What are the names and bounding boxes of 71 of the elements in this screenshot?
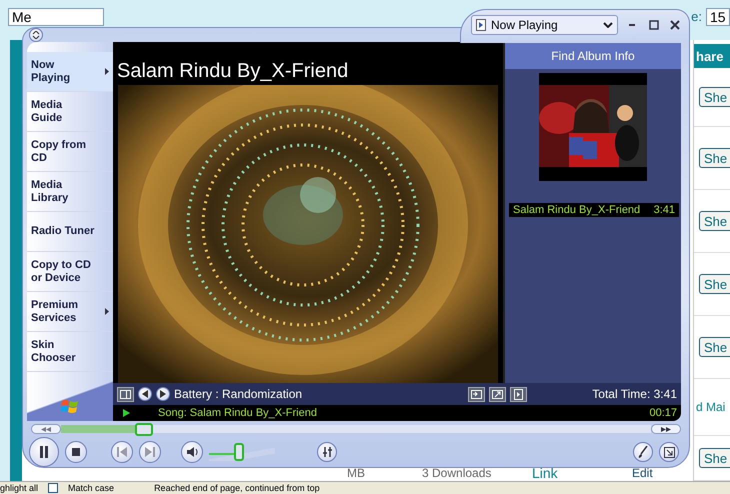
page-field[interactable]: 15: [706, 8, 730, 26]
speaker-icon: [186, 447, 198, 457]
match-case-label: Match case: [68, 482, 114, 494]
size-text: MB: [347, 466, 366, 480]
triangle-right-icon: [160, 390, 166, 398]
sliders-icon: [322, 447, 332, 457]
resize-icon: [664, 446, 674, 458]
equalizer-button[interactable]: [317, 442, 337, 462]
elapsed-time: 00:17: [649, 407, 677, 419]
next-track-button[interactable]: [139, 441, 161, 463]
pause-button[interactable]: [29, 437, 59, 467]
visualization-name: Battery : Randomization: [174, 387, 304, 401]
mail-link[interactable]: d Mai: [694, 400, 726, 414]
mute-button[interactable]: [181, 441, 203, 463]
find-album-info-button[interactable]: Find Album Info: [505, 42, 681, 69]
share-heading: hare: [694, 44, 730, 68]
edit-button[interactable]: Edit: [632, 466, 653, 480]
fast-forward-button[interactable]: [651, 424, 681, 434]
arrow-into-box-icon: [471, 390, 482, 398]
total-time: Total Time: 3:41: [592, 387, 677, 401]
fullscreen-button[interactable]: [489, 386, 506, 402]
match-case-checkbox[interactable]: [48, 483, 58, 493]
page-play-icon: [514, 388, 523, 400]
pause-icon: [39, 446, 49, 458]
up-down-icon: [32, 31, 40, 39]
share-button[interactable]: She: [699, 87, 730, 107]
share-button[interactable]: She: [699, 337, 730, 357]
full-mode-button[interactable]: [468, 386, 485, 402]
downloads-count: 3 Downloads: [422, 466, 492, 480]
previous-visualization-button[interactable]: [138, 387, 152, 401]
chevron-down-icon: [603, 22, 614, 28]
windows-logo-icon: [61, 399, 79, 415]
panel-icon: [120, 390, 131, 398]
share-button[interactable]: She: [699, 211, 730, 231]
playlist-icon: [476, 19, 486, 31]
find-status: Reached end of page, continued from top: [154, 482, 320, 494]
skip-back-icon: [117, 447, 127, 457]
volume-thumb[interactable]: [234, 443, 244, 461]
fast-forward-icon: [661, 426, 671, 432]
next-visualization-button[interactable]: [156, 387, 170, 401]
skin-button[interactable]: [633, 442, 653, 462]
skip-forward-icon: [145, 447, 155, 457]
stop-icon: [72, 448, 80, 456]
search-field[interactable]: Me: [8, 8, 104, 26]
share-button[interactable]: She: [699, 274, 730, 294]
highlight-all-button[interactable]: ghlight all: [0, 482, 38, 494]
link-button[interactable]: Link: [532, 465, 632, 481]
collapse-button[interactable]: [29, 28, 43, 42]
nav-item[interactable]: Now Playing: [27, 52, 113, 92]
rewind-button[interactable]: [31, 424, 61, 434]
page-label: e:: [691, 8, 702, 26]
seek-thumb[interactable]: [134, 422, 153, 436]
stop-button[interactable]: [65, 441, 87, 463]
expand-icon: [492, 390, 503, 398]
brush-icon: [638, 446, 648, 458]
previous-track-button[interactable]: [111, 441, 133, 463]
song-text: Song: Salam Rindu By_X-Friend: [158, 407, 318, 419]
video-title: Salam Rindu By_X-Friend: [116, 59, 350, 84]
rewind-icon: [41, 426, 51, 432]
maximize-icon: [648, 20, 658, 30]
layout-button[interactable]: [117, 386, 134, 402]
mode-dropdown[interactable]: Now Playing: [471, 15, 618, 35]
share-button[interactable]: She: [699, 448, 730, 468]
triangle-left-icon: [142, 390, 148, 398]
share-button[interactable]: She: [699, 148, 730, 168]
playlist-row[interactable]: Salam Rindu By_X-Friend 3:41: [509, 203, 679, 217]
play-icon: [123, 409, 130, 417]
minimize-icon: [628, 24, 635, 26]
skin-mode-button[interactable]: [659, 442, 679, 462]
playlist-button[interactable]: [510, 386, 527, 402]
close-icon: [670, 20, 680, 30]
